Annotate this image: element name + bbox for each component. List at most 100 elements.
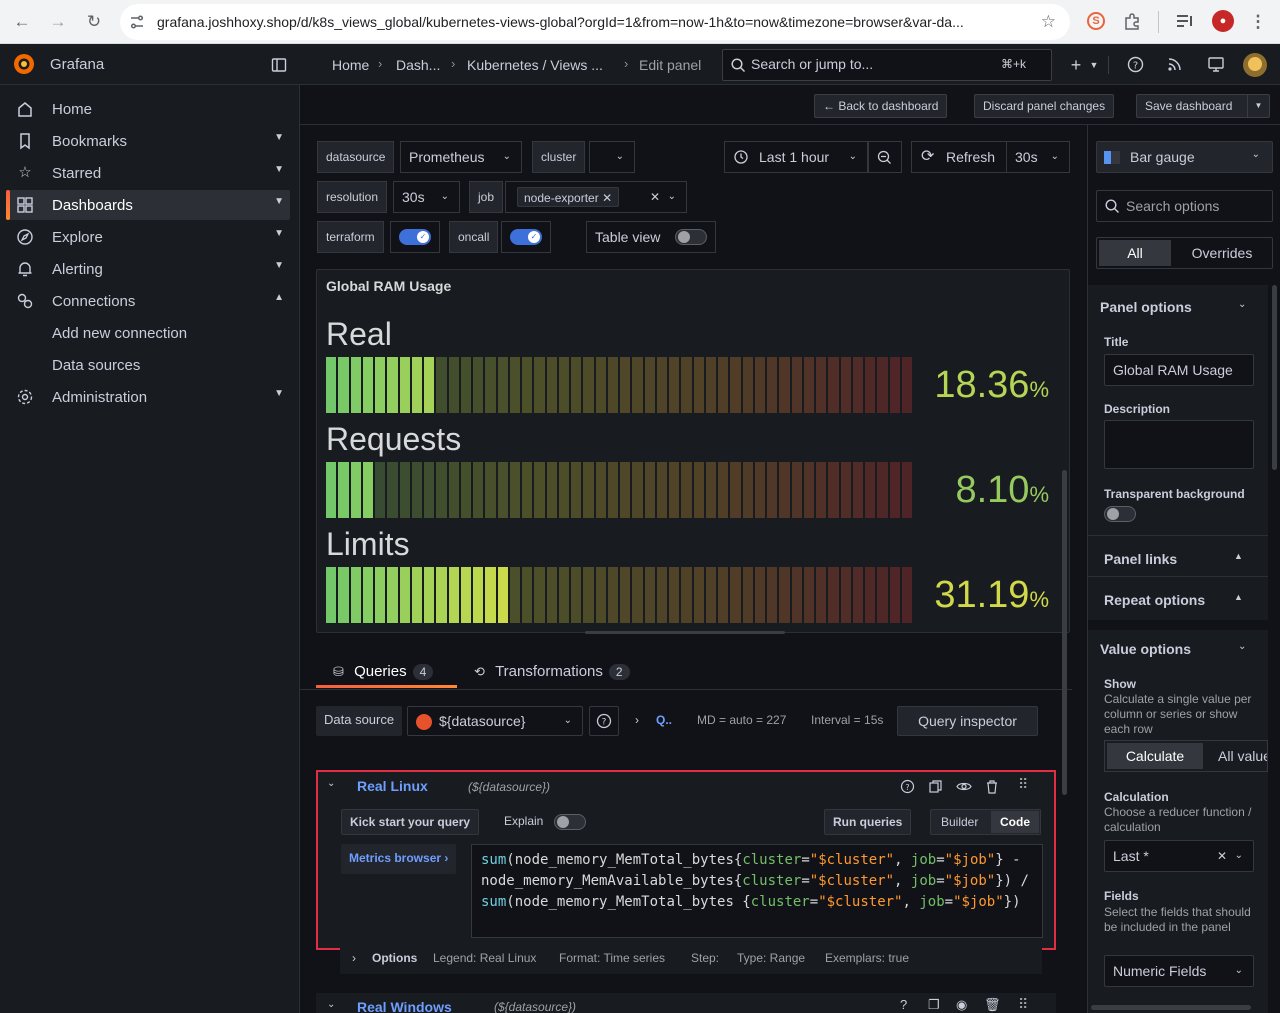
breadcrumb-dashboard[interactable]: Kubernetes / Views ... [467,57,603,73]
collapse-chevron-icon[interactable]: ⌄ [327,778,335,789]
site-settings-icon[interactable] [129,14,145,30]
bookmark-star-icon[interactable]: ☆ [1041,12,1056,32]
breadcrumb-home[interactable]: Home [332,57,369,73]
sidebar-item-dashboards[interactable]: Dashboards ▼ [6,190,290,220]
table-view-toggle-box[interactable]: Table view [586,221,716,253]
discard-panel-changes-button[interactable]: Discard panel changes [974,94,1115,118]
cluster-select[interactable]: ⌄ [589,141,635,173]
promql-code-editor[interactable]: sum(node_memory_MemTotal_bytes{cluster="… [471,844,1043,938]
visualization-picker[interactable]: Bar gauge ⌄ [1096,141,1273,173]
job-multiselect[interactable]: node-exporter ✕ ✕ ⌄ [505,181,687,213]
title-input[interactable]: Global RAM Usage [1104,354,1254,386]
query-help-icon[interactable]: ? [900,779,915,794]
drag-handle-icon[interactable]: ⠿ [1018,996,1028,1013]
data-source-picker[interactable]: ${datasource} ⌄ [407,706,583,736]
repeat-options-header[interactable]: Repeat options [1104,592,1205,608]
address-bar[interactable]: grafana.joshhoxy.shop/d/k8s_views_global… [120,4,1070,40]
builder-mode-tab[interactable]: Builder [941,810,978,834]
media-control-icon[interactable] [1176,13,1194,29]
chevron-down-icon[interactable]: ▼ [274,164,284,175]
more-vert-icon[interactable]: ⋮ [1245,9,1271,35]
options-horizontal-scrollbar[interactable] [1091,1005,1251,1010]
oncall-toggle-box[interactable]: ✓ [501,221,551,253]
sidebar-item-connections[interactable]: Connections ▲ [8,286,290,316]
job-tag[interactable]: node-exporter ✕ [517,187,620,207]
duplicate-query-icon[interactable] [928,779,943,794]
explain-toggle[interactable] [554,814,586,830]
query-name[interactable]: Real Windows [357,999,452,1013]
chevron-down-icon[interactable]: ⌄ [1238,299,1246,310]
tab-transformations[interactable]: ⟲ Transformations 2 [474,663,630,680]
sidebar-item-starred[interactable]: ☆ Starred ▼ [8,158,290,188]
chevron-down-icon[interactable]: ▼ [274,196,284,207]
chevron-down-icon[interactable]: ⌄ [1238,641,1246,652]
value-options-header[interactable]: Value options [1100,641,1191,657]
resolution-select[interactable]: 30s ⌄ [393,181,460,213]
data-source-help-button[interactable]: ? [589,706,619,736]
close-icon[interactable]: ✕ [602,191,612,205]
description-textarea[interactable] [1104,420,1254,469]
back-to-dashboard-button[interactable]: ← Back to dashboard [814,94,948,118]
breadcrumb-dashboards[interactable]: Dash... [396,57,440,73]
sidebar-item-alerting[interactable]: Alerting ▼ [8,254,290,284]
rss-news-icon[interactable] [1167,56,1183,72]
clear-icon[interactable]: ✕ [650,182,660,212]
table-view-toggle[interactable] [675,229,707,245]
chevron-down-icon[interactable]: ▼ [274,260,284,271]
dock-menu-icon[interactable] [271,57,287,73]
extensions-puzzle-icon[interactable] [1123,12,1141,30]
metrics-browser-button[interactable]: Metrics browser › [341,844,457,874]
sidebar-item-home[interactable]: Home [8,94,290,124]
chevron-up-icon[interactable]: ▲ [1234,551,1243,561]
code-mode-tab[interactable]: Code [991,811,1039,833]
save-dashboard-button[interactable]: Save dashboard ▼ [1136,94,1270,118]
query-name[interactable]: Real Linux [357,778,428,794]
panel-links-header[interactable]: Panel links [1104,551,1177,567]
query-inspector-button[interactable]: Query inspector [897,706,1038,736]
hide-query-eye-icon[interactable] [956,779,972,794]
sidebar-item-data-sources[interactable]: Data sources [8,350,290,380]
zoom-out-button[interactable] [868,141,902,173]
panel-options-header[interactable]: Panel options [1100,299,1192,315]
query-options-button[interactable]: › Q.. MD = auto = 227 Interval = 15s [627,706,891,736]
tab-queries[interactable]: ⛁ Queries 4 [333,663,434,680]
chevron-down-icon[interactable]: ▼ [1084,55,1104,75]
profile-avatar-icon[interactable]: ● [1212,10,1234,32]
search-input[interactable]: Search or jump to... ⌘+k [722,49,1052,81]
options-tab-all[interactable]: All [1099,240,1171,266]
sidebar-item-explore[interactable]: Explore ▼ [8,222,290,252]
plus-icon[interactable]: + [1066,55,1086,75]
fields-select[interactable]: Numeric Fields ⌄ [1104,955,1254,987]
kick-start-query-button[interactable]: Kick start your query [341,809,480,835]
sidebar-item-administration[interactable]: Administration ▼ [8,382,290,412]
refresh-interval-select[interactable]: 30s ⌄ [1006,141,1070,173]
clear-icon[interactable]: ✕ [1217,841,1227,871]
refresh-button[interactable]: ⟳ Refresh [911,141,1007,173]
query-options-row[interactable]: › Options Legend: Real Linux Format: Tim… [340,944,1042,974]
chevron-up-icon[interactable]: ▲ [274,292,284,303]
delete-query-trash-icon[interactable] [985,779,999,794]
datasource-select[interactable]: Prometheus ⌄ [400,141,522,173]
terraform-toggle[interactable]: ✓ [399,229,431,245]
delete-query-trash-icon[interactable]: 🗑 [984,997,1001,1013]
reload-icon[interactable]: ↻ [81,9,107,35]
duplicate-query-icon[interactable]: ❐ [928,997,940,1013]
oncall-toggle[interactable]: ✓ [510,229,542,245]
calculation-select[interactable]: Last * ✕ ⌄ [1104,840,1254,872]
time-range-picker[interactable]: Last 1 hour ⌄ [724,141,868,173]
options-tab-overrides[interactable]: Overrides [1177,240,1267,266]
show-all-values-option[interactable]: All values [1218,743,1267,769]
grafana-logo-icon[interactable] [12,52,36,76]
chevron-down-icon[interactable]: ▼ [274,228,284,239]
drag-handle-icon[interactable]: ⠿ [1018,776,1028,793]
chevron-down-icon[interactable]: ▼ [274,132,284,143]
query-help-icon[interactable]: ? [900,997,907,1012]
run-queries-button[interactable]: Run queries [824,809,912,835]
extension-icon[interactable]: S [1087,12,1105,30]
chevron-down-icon[interactable]: ▼ [274,388,284,399]
search-options-input[interactable]: Search options [1096,190,1273,222]
user-avatar[interactable] [1243,53,1267,77]
forward-arrow-icon[interactable]: → [45,9,71,35]
hide-query-eye-icon[interactable]: ◉ [956,997,967,1013]
sidebar-item-add-new-connection[interactable]: Add new connection [8,318,290,348]
